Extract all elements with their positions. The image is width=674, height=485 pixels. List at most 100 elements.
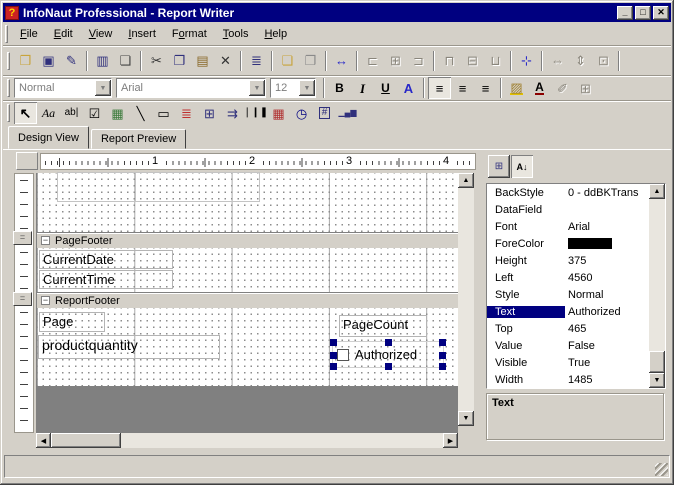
- selection-handle[interactable]: [330, 351, 337, 359]
- scroll-up-icon[interactable]: ▲: [458, 173, 474, 188]
- dropdown-arrow-icon[interactable]: ▼: [95, 80, 111, 96]
- ghost-control[interactable]: [57, 172, 136, 202]
- property-row[interactable]: Style Normal: [487, 286, 665, 303]
- field-productquantity[interactable]: productquantity: [38, 335, 220, 359]
- menu-item-edit[interactable]: Edit: [46, 25, 81, 43]
- property-name[interactable]: DataField: [487, 204, 565, 216]
- copy-icon[interactable]: ❐: [168, 50, 191, 72]
- rectangle-tool-icon[interactable]: ▭: [152, 102, 175, 124]
- font-combo[interactable]: Arial ▼: [116, 78, 266, 98]
- align-centers-icon[interactable]: ⊞: [384, 50, 407, 72]
- section-header-reportfooter[interactable]: − ReportFooter: [37, 292, 458, 308]
- property-name[interactable]: Text: [487, 305, 565, 318]
- section-pagefooter[interactable]: CurrentDate CurrentTime: [37, 248, 458, 292]
- scroll-right-icon[interactable]: ▶: [443, 433, 458, 448]
- scroll-down-icon[interactable]: ▼: [649, 373, 665, 388]
- scrollbar-track[interactable]: [458, 188, 474, 411]
- italic-icon[interactable]: I: [351, 77, 374, 99]
- selection-handle[interactable]: [385, 339, 392, 346]
- line-tool-icon[interactable]: ╲: [129, 102, 152, 124]
- save-as-icon[interactable]: ✎: [60, 50, 83, 72]
- dropdown-arrow-icon[interactable]: ▼: [299, 80, 315, 96]
- tab-report-preview[interactable]: Report Preview: [90, 129, 187, 149]
- menu-item-tools[interactable]: Tools: [215, 25, 257, 43]
- menu-item-help[interactable]: Help: [256, 25, 295, 43]
- sort-az-icon[interactable]: A↓: [511, 155, 533, 178]
- scroll-down-icon[interactable]: ▼: [458, 411, 474, 426]
- property-name[interactable]: BackStyle: [487, 187, 565, 199]
- make-same-height-icon[interactable]: ⇕: [569, 50, 592, 72]
- property-name[interactable]: ForeColor: [487, 238, 565, 250]
- calendar-tool-icon[interactable]: ▦: [267, 102, 290, 124]
- style-combo[interactable]: Normal ▼: [14, 78, 112, 98]
- property-name[interactable]: Width: [487, 374, 565, 386]
- bring-to-front-icon[interactable]: ❏: [276, 50, 299, 72]
- section-resize-grip[interactable]: =: [13, 231, 32, 245]
- property-row[interactable]: Value False: [487, 337, 665, 354]
- toolbar-controls-grip[interactable]: [7, 104, 10, 122]
- back-color-icon[interactable]: ▨: [505, 77, 528, 99]
- vertical-scrollbar[interactable]: ▲ ▼: [458, 173, 474, 426]
- open-icon[interactable]: ❒: [14, 50, 37, 72]
- section-header-pagefooter[interactable]: − PageFooter: [37, 232, 458, 248]
- label-tool-icon[interactable]: Aa: [37, 102, 60, 124]
- ruler-corner[interactable]: [16, 152, 38, 170]
- property-name[interactable]: Height: [487, 255, 565, 267]
- property-row[interactable]: DataField: [487, 201, 665, 218]
- selection-handle[interactable]: [439, 351, 446, 359]
- print-preview-icon[interactable]: ❏: [114, 50, 137, 72]
- resize-grip[interactable]: [655, 463, 668, 476]
- scroll-left-icon[interactable]: ◀: [36, 433, 51, 448]
- data-source-icon[interactable]: ▥: [91, 50, 114, 72]
- menu-item-format[interactable]: Format: [164, 25, 215, 43]
- property-name[interactable]: Top: [487, 323, 565, 335]
- send-to-back-icon[interactable]: ❐: [299, 50, 322, 72]
- section-resize-grip[interactable]: =: [13, 292, 32, 306]
- clock-tool-icon[interactable]: ◷: [290, 102, 313, 124]
- borders-icon[interactable]: ⊞: [574, 77, 597, 99]
- underline-icon[interactable]: U: [374, 77, 397, 99]
- property-name[interactable]: Style: [487, 289, 565, 301]
- scroll-up-icon[interactable]: ▲: [649, 184, 665, 199]
- collapse-icon[interactable]: −: [41, 296, 50, 305]
- align-tops-icon[interactable]: ⊓: [438, 50, 461, 72]
- field-pagecount[interactable]: PageCount: [339, 315, 427, 337]
- property-name[interactable]: Visible: [487, 357, 565, 369]
- checkbox-glyph[interactable]: [337, 349, 349, 361]
- minimize-button[interactable]: _: [617, 5, 633, 20]
- property-row[interactable]: Font Arial: [487, 218, 665, 235]
- selection-handle[interactable]: [439, 363, 446, 370]
- dropdown-arrow-icon[interactable]: ▼: [249, 80, 265, 96]
- scrollbar-thumb[interactable]: [649, 351, 665, 373]
- save-icon[interactable]: ▣: [37, 50, 60, 72]
- property-row[interactable]: Left 4560: [487, 269, 665, 286]
- selection-handle[interactable]: [385, 363, 392, 370]
- categorized-icon[interactable]: ⊞: [488, 155, 510, 178]
- delete-icon[interactable]: ✕: [214, 50, 237, 72]
- font-color-icon[interactable]: A: [397, 77, 420, 99]
- selection-handle[interactable]: [330, 339, 337, 346]
- image-tool-icon[interactable]: ▦: [106, 102, 129, 124]
- property-grid-scrollbar[interactable]: ▲ ▼: [649, 184, 665, 388]
- close-button[interactable]: ✕: [653, 5, 669, 20]
- checkbox-tool-icon[interactable]: ☑: [83, 102, 106, 124]
- textbox-tool-icon[interactable]: ab|: [60, 102, 83, 124]
- align-center-icon[interactable]: ≡: [451, 77, 474, 99]
- paste-icon[interactable]: ▤: [191, 50, 214, 72]
- fore-color-icon[interactable]: A: [528, 77, 551, 99]
- make-same-width-icon[interactable]: ⇔: [546, 50, 569, 72]
- align-middles-icon[interactable]: ⊟: [461, 50, 484, 72]
- chart-tool-icon[interactable]: ▁▄▆: [336, 102, 359, 124]
- menu-item-view[interactable]: View: [81, 25, 121, 43]
- selected-checkbox-control[interactable]: Authorized: [330, 339, 446, 370]
- format-painter-icon[interactable]: ✐: [551, 77, 574, 99]
- field-currentdate[interactable]: CurrentDate: [39, 250, 173, 269]
- section-detail-partial[interactable]: [37, 172, 458, 232]
- selection-handle[interactable]: [439, 339, 446, 346]
- resize-width-icon[interactable]: ↔: [330, 50, 353, 72]
- property-row[interactable]: Visible True: [487, 354, 665, 371]
- property-row[interactable]: Height 375: [487, 252, 665, 269]
- scrollbar-track[interactable]: [121, 433, 443, 448]
- align-bottoms-icon[interactable]: ⊔: [484, 50, 507, 72]
- field-page[interactable]: Page: [39, 312, 105, 332]
